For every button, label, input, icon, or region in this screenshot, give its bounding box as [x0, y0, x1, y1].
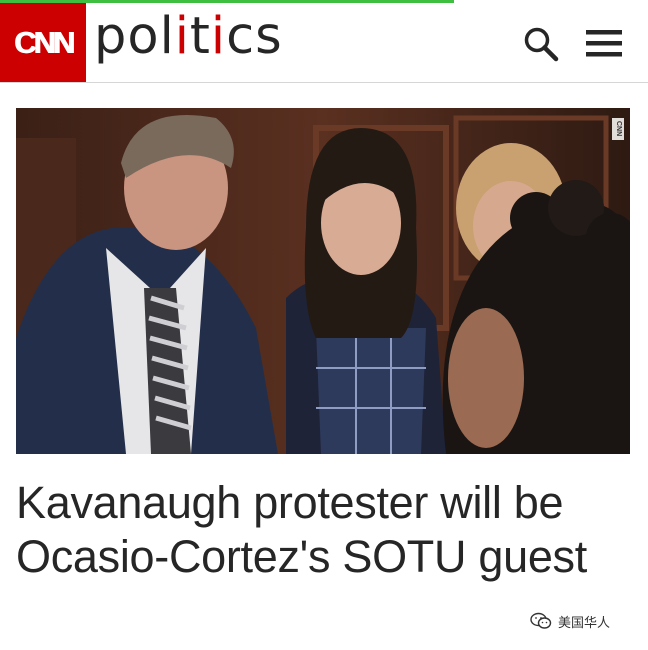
wechat-account-name: 美国华人 — [558, 615, 611, 631]
hero-image[interactable]: CNN — [16, 108, 630, 454]
hero-photo-illustration — [16, 108, 630, 454]
search-icon — [524, 27, 559, 62]
search-button[interactable] — [521, 24, 561, 64]
cnn-logo-text: CNN — [13, 24, 75, 60]
cnn-logo[interactable]: CNN — [0, 3, 86, 82]
wechat-icon — [530, 612, 552, 629]
section-title-part: t — [189, 7, 211, 66]
network-bug: CNN — [612, 118, 624, 140]
section-title-accent-i: i — [174, 7, 190, 66]
section-title-politics[interactable]: politics — [94, 7, 283, 67]
hamburger-menu-icon — [586, 30, 622, 57]
menu-button[interactable] — [584, 24, 624, 64]
article-headline[interactable]: Kavanaugh protester will be Ocasio-Corte… — [16, 476, 632, 584]
site-header: CNN politics — [0, 3, 648, 83]
section-title-accent-i: i — [210, 7, 227, 66]
section-title-part: cs — [226, 7, 283, 66]
section-title-part: pol — [94, 7, 175, 66]
wechat-watermark: 美国华人 — [530, 611, 610, 631]
